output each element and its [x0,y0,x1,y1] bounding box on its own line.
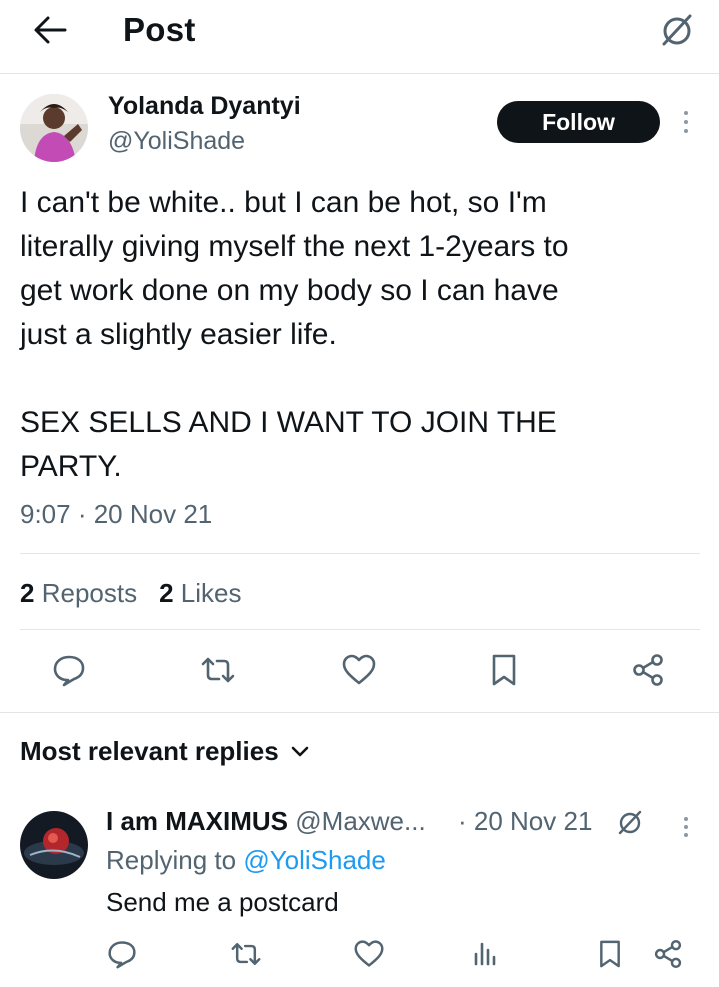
more-dot-icon [684,120,688,124]
reply-slashed-circle-button[interactable] [614,806,646,838]
bookmark-icon [492,654,516,686]
share-icon [654,939,682,969]
chevron-down-icon [291,746,308,756]
bookmark-button[interactable] [482,648,526,692]
slashed-circle-icon [618,810,642,835]
back-button[interactable] [30,10,70,50]
heart-icon [342,654,376,685]
heart-icon [354,940,384,967]
reply-author-handle[interactable]: @Maxwe... [295,806,425,836]
more-dot-icon [684,129,688,133]
reply-comment-button[interactable] [104,936,140,972]
replies-sort-label: Most relevant replies [20,736,279,766]
top-bar: Post [0,0,719,74]
slashed-circle-button[interactable] [656,8,698,50]
post-page: Post Yolanda Dyantyi @YoliShade Follow I… [0,0,719,987]
reply-share-button[interactable] [650,936,686,972]
replying-to-prefix: Replying to [106,845,244,875]
likes-stat[interactable]: 2 Likes [159,578,241,609]
reply-views-button[interactable] [467,936,503,972]
bar-chart-icon [474,942,496,966]
repost-icon [201,657,235,683]
slashed-circle-icon [662,14,692,46]
like-button[interactable] [337,648,381,692]
author-handle[interactable]: @YoliShade [108,127,245,156]
post-text: I can't be white.. but I can be hot, so … [20,186,569,483]
more-dot-icon [684,111,688,115]
author-avatar[interactable] [20,94,88,162]
reply-text: Send me a postcard [106,887,339,917]
more-dot-icon [684,833,688,837]
more-options-button[interactable] [676,104,696,140]
follow-button[interactable]: Follow [497,101,660,143]
divider [0,712,719,713]
repost-icon [231,943,261,965]
arrow-left-icon [34,16,67,44]
reply-repost-button[interactable] [228,936,264,972]
speech-bubble-icon [53,655,85,687]
reply-more-options-button[interactable] [676,812,696,842]
likes-label: Likes [180,578,242,608]
share-icon [633,654,663,686]
reply-avatar[interactable] [20,811,88,879]
replying-to: Replying to @YoliShade [106,845,386,876]
repost-button[interactable] [196,648,240,692]
likes-count: 2 [159,578,174,608]
speech-bubble-icon [108,941,136,969]
reply-bookmark-button[interactable] [592,936,628,972]
reposts-count: 2 [20,578,35,608]
replies-sort-dropdown[interactable]: Most relevant replies [20,736,309,767]
share-button[interactable] [626,648,670,692]
post-stats: 2 Reposts 2 Likes [20,578,242,609]
reposts-stat[interactable]: 2 Reposts [20,578,137,609]
author-avatar-image [20,94,88,162]
reposts-label: Reposts [41,578,138,608]
divider [20,629,700,630]
reply-avatar-image [20,811,88,879]
reply-button[interactable] [47,648,91,692]
more-dot-icon [684,825,688,829]
reply-author-name[interactable]: I am MAXIMUS [106,806,288,836]
replying-to-handle[interactable]: @YoliShade [243,845,386,875]
reply-like-button[interactable] [351,936,387,972]
author-name[interactable]: Yolanda Dyantyi [108,92,301,121]
divider [20,553,700,554]
more-dot-icon [684,817,688,821]
reply-header: I am MAXIMUS @Maxwe... [106,806,426,837]
page-title: Post [123,11,196,48]
post-timestamp[interactable]: 9:07 · 20 Nov 21 [20,499,212,530]
reply-date[interactable]: · 20 Nov 21 [458,806,592,837]
bookmark-icon [600,940,620,968]
